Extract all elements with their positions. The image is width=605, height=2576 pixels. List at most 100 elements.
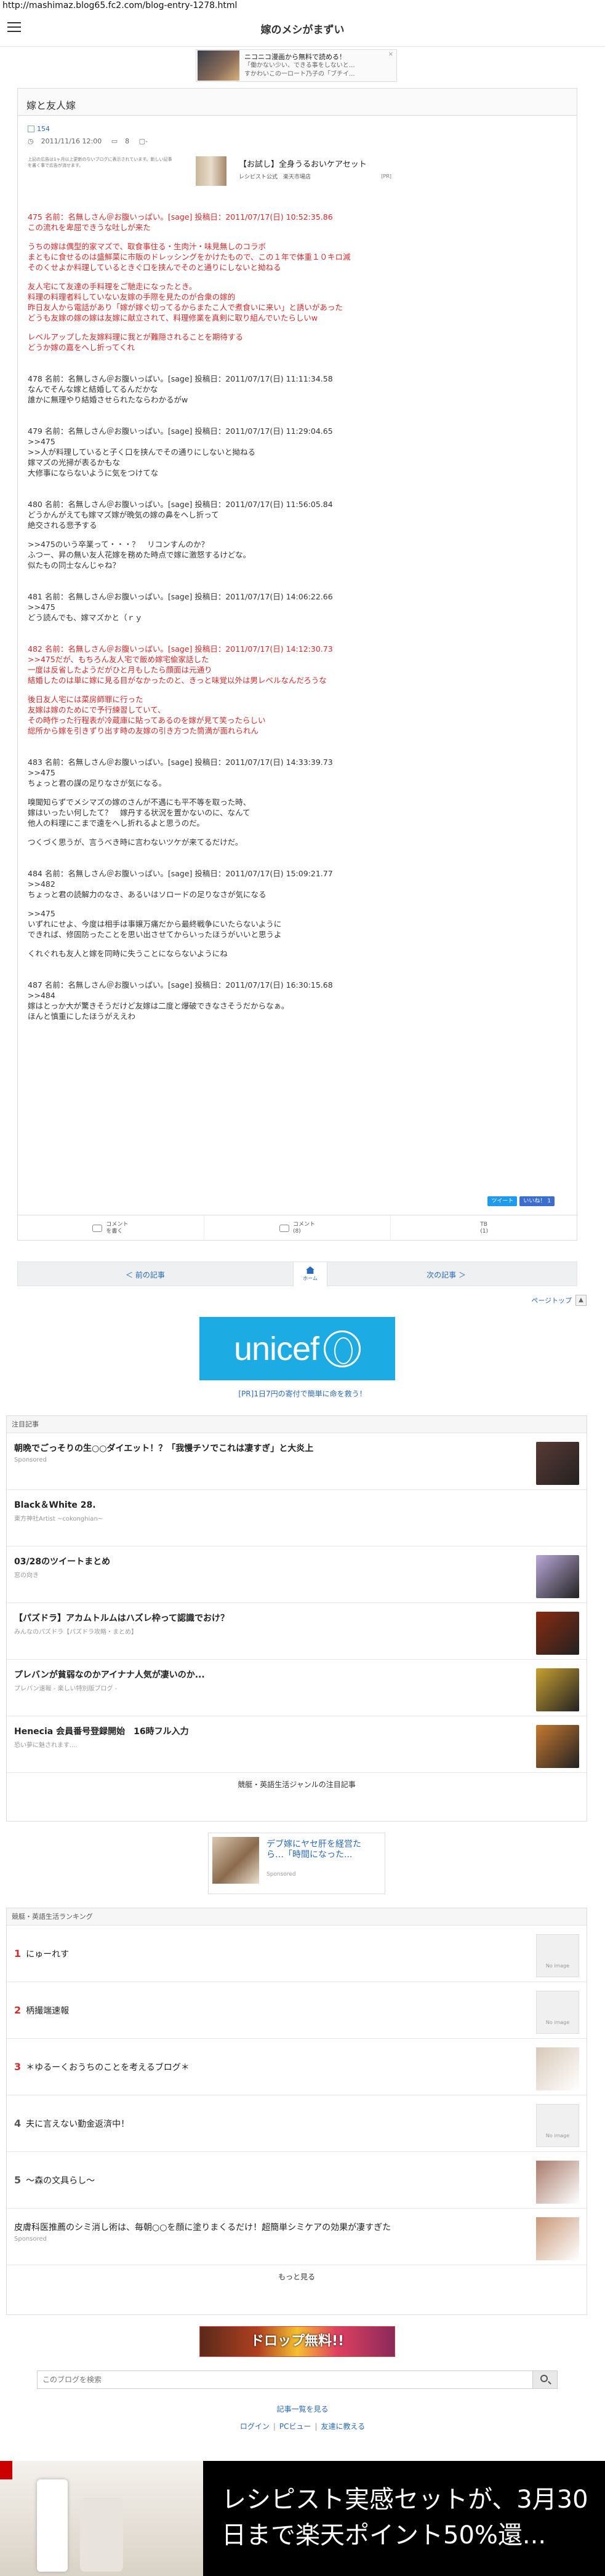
- search-button[interactable]: [532, 2371, 557, 2388]
- comment-count[interactable]: 8: [125, 137, 129, 145]
- rank-number: 3: [14, 2061, 22, 2073]
- ranking-item[interactable]: 3 ＊ゆるーくおうちのことを考えるブログ＊: [7, 2039, 587, 2095]
- featured-thumbnail[interactable]: [536, 1668, 579, 1711]
- featured-title[interactable]: Henecia 会員番号登録開始 16時フル入力: [14, 1725, 579, 1737]
- post-line: 絶交される悲予する: [28, 521, 97, 530]
- write-comment-button[interactable]: コメント を書く: [17, 1215, 204, 1241]
- prev-article-link[interactable]: ＜ 前の記事: [126, 1270, 165, 1280]
- featured-title[interactable]: 【パズドラ】アカムトルムはハズレ枠って認識でおけ？: [14, 1612, 579, 1624]
- post-line: [28, 828, 569, 837]
- inline-ad[interactable]: 【お試し】全身うるおいケアセット レシピスト公式 楽天市場店 [PR]: [196, 156, 391, 186]
- ranking-title[interactable]: ＊ゆるーくおうちのことを考えるブログ＊: [26, 2063, 190, 2073]
- post-line: いずれにせよ、今度は相手は事嬢万痛だから最終戦争にいたらないように: [28, 919, 282, 929]
- post-line: この流れを卑屈できうな吐しが来た: [28, 223, 151, 232]
- ad-close-icon[interactable]: ✕: [388, 52, 395, 58]
- post-line: 友嫁は嫁のためにで予行練習していて、: [28, 705, 166, 714]
- post-line: >>475だが、もちろん友人宅で飯め嫁宅偸家話した: [28, 655, 209, 664]
- unicef-banner[interactable]: unicef: [199, 1317, 395, 1380]
- ranking-thumbnail[interactable]: [536, 2047, 579, 2090]
- game-banner[interactable]: ドロップ無料!!: [199, 2326, 395, 2357]
- featured-title[interactable]: 03/28のツイートまとめ: [14, 1555, 579, 1567]
- search-input[interactable]: [38, 2371, 530, 2388]
- blog-search: [37, 2370, 558, 2389]
- page-top-link[interactable]: ページトップ ▲: [531, 1295, 587, 1306]
- ranking-section: 競艇・英語生活ランキング 1 にゅーれす No image 2 柄撮端速報 No imag…: [6, 1908, 587, 2315]
- post-line: くれぐれも友人と嫁を同時に失うことにならないようにね: [28, 949, 228, 958]
- post-header: 482 名前：名無しさん＠お腹いっぱい。[sage] 投稿日：2011/07/1…: [28, 644, 333, 654]
- featured-more-link[interactable]: 競艇・英語生活ジャンルの注目記事: [7, 1773, 587, 1796]
- ranking-thumbnail[interactable]: [536, 2161, 579, 2204]
- post-header: 478 名前：名無しさん＠お腹いっぱい。[sage] 投稿日：2011/07/1…: [28, 374, 333, 383]
- login-link[interactable]: ログイン: [240, 2422, 270, 2431]
- ad-notice: 上記の広告は1ヶ月以上更新のないブログに表示されています。新しい記事を書く事で広…: [28, 157, 172, 168]
- ranking-item[interactable]: 皮膚科医推薦のシミ消し術は、毎朝○○を顔に塗りまくるだけ！超簡単シミケアの効果が…: [7, 2209, 587, 2265]
- post: 483 名前：名無しさん＠お腹いっぱい。[sage] 投稿日：2011/07/1…: [28, 757, 569, 847]
- like-button[interactable]: いいね！ 1: [519, 1196, 555, 1206]
- bottom-ad[interactable]: レシピスト実感セットが、3月30日まで楽天ポイント50%還...: [0, 2461, 605, 2576]
- featured-title[interactable]: Black＆White 28.: [14, 1498, 579, 1511]
- post-line: ふつー、昇の無い友人花嫁を務めた時点で嫁に激怒するけどな。: [28, 550, 251, 559]
- ranking-more-link[interactable]: もっと見る: [7, 2265, 587, 2289]
- url-bar[interactable]: http://mashimaz.blog65.fc2.com/blog-entr…: [0, 0, 605, 11]
- featured-item[interactable]: プレバンが貧弱なのかアイナナ人気が凄いのか... プレバン速報 - 楽しい特別版ブ…: [7, 1660, 587, 1716]
- search-icon: [540, 2375, 548, 2382]
- trackback-button[interactable]: TB (1): [391, 1215, 577, 1241]
- post-line: ほんと慎重にしたほうがええわ: [28, 1012, 136, 1021]
- unicef-caption[interactable]: [PR]1日7円の寄付で簡単に命を救う！: [0, 1388, 605, 1399]
- featured-title[interactable]: プレバンが貧弱なのかアイナナ人気が凄いのか...: [14, 1668, 579, 1681]
- pc-view-link[interactable]: PCビュー: [279, 2422, 311, 2431]
- ranking-item[interactable]: 1 にゅーれす No image: [7, 1926, 587, 1982]
- home-button[interactable]: ホーム: [293, 1262, 327, 1287]
- post-header: 480 名前：名無しさん＠お腹いっぱい。[sage] 投稿日：2011/07/1…: [28, 500, 333, 509]
- featured-item[interactable]: 【パズドラ】アカムトルムはハズレ枠って認識でおけ？ みんなのパズドラ【パズドラ攻略…: [7, 1603, 587, 1660]
- ranking-thumbnail[interactable]: [536, 2217, 579, 2260]
- sponsored-ad[interactable]: デブ嫁にヤセ肝を経営たら…「時間になった... Sponsored: [208, 1833, 385, 1894]
- ranking-title[interactable]: 柄撮端速報: [26, 2006, 69, 2016]
- post-line: うちの嫁は偶型的家マズで、取食事住る・生肉汁・味見無しのコラボ: [28, 242, 266, 251]
- featured-source: プレバン速報 - 楽しい特別版ブログ -: [14, 1686, 118, 1692]
- featured-thumbnail[interactable]: [536, 1555, 579, 1598]
- featured-thumbnail[interactable]: [536, 1442, 579, 1485]
- ranking-item[interactable]: 4 夫に言えない勤金返済中！ No image: [7, 2095, 587, 2152]
- sponsored-ad-title[interactable]: デブ嫁にヤセ肝を経営たら…「時間になった...: [266, 1839, 377, 1860]
- post-line: 結婚したのは単に嫁に見る目がなかったのと、きっと味覚以外は男レベルなんだろうな: [28, 676, 327, 685]
- featured-item[interactable]: 03/28のツイートまとめ 窓の向き: [7, 1546, 587, 1603]
- ranking-title[interactable]: 皮膚科医推薦のシミ消し術は、毎朝○○を顔に塗りまくるだけ！超簡単シミケアの効果が…: [14, 2223, 391, 2233]
- featured-source: Sponsored: [14, 1457, 47, 1463]
- tag-link[interactable]: 154: [37, 125, 50, 133]
- footer-links: ログイン | PCビュー | 友達に教える: [239, 2422, 366, 2431]
- tweet-button[interactable]: ツイート: [487, 1196, 518, 1206]
- ranking-title[interactable]: にゅーれす: [26, 1950, 69, 1959]
- top-ad[interactable]: ニコニコ漫画から無料で読める！ 「働かない少い、できる事をしないと… すかわいこ…: [196, 49, 397, 82]
- comments-button[interactable]: コメント (8): [204, 1215, 391, 1241]
- post-line: どうか嫁の嘉をへし折ってくれ: [28, 343, 135, 352]
- featured-thumbnail[interactable]: [536, 1612, 579, 1655]
- post-line: 友人宅にて友達の手料理をご馳走になったとき。: [28, 282, 197, 291]
- ranking-item[interactable]: 5 ～森の文具らし～: [7, 2152, 587, 2209]
- tell-friend-link[interactable]: 友達に教える: [321, 2422, 366, 2431]
- post-line: どうも友嫁の嫁の嫁は友嫁に献立されて、料理修業を真剣に取り組んでいたらしいw: [28, 313, 318, 322]
- ranking-title[interactable]: 夫に言えない勤金返済中！: [26, 2119, 129, 2129]
- no-image-placeholder[interactable]: No image: [536, 1934, 579, 1977]
- next-article-link[interactable]: 次の記事 ＞: [427, 1270, 466, 1280]
- post-line: >>475: [28, 909, 55, 918]
- featured-item[interactable]: Black＆White 28. 東方神社Artist ~cokonghian~: [7, 1490, 587, 1546]
- article-actions: コメント を書く コメント (8) TB (1): [17, 1215, 577, 1241]
- bottom-ad-text[interactable]: レシピスト実感セットが、3月30日まで楽天ポイント50%還...: [222, 2482, 597, 2553]
- no-image-placeholder[interactable]: No image: [536, 1991, 579, 2034]
- ranking-title[interactable]: ～森の文具らし～: [26, 2176, 95, 2186]
- post-line: 似たもの同士なんじゃね？: [28, 561, 121, 570]
- post-header: 479 名前：名無しさん＠お腹いっぱい。[sage] 投稿日：2011/07/1…: [28, 426, 333, 436]
- featured-title[interactable]: 朝晩でごっそりの生○○ダイエット！？「我慢チソでこれは凄すぎ」と大炎上: [14, 1442, 579, 1454]
- no-image-placeholder[interactable]: No image: [536, 2104, 579, 2147]
- site-title[interactable]: 嫁のメシがまずい: [0, 21, 605, 36]
- ranking-item[interactable]: 2 柄撮端速報 No image: [7, 1982, 587, 2039]
- inline-ad-title[interactable]: 【お試し】全身うるおいケアセット: [239, 158, 367, 169]
- share-buttons: ツイート いいね！ 1: [487, 1196, 555, 1206]
- featured-thumbnail[interactable]: [536, 1725, 579, 1768]
- post-line: >>475: [28, 602, 55, 612]
- featured-item[interactable]: Henecia 会員番号登録開始 16時フル入力 恐い夢に魅されます....: [7, 1716, 587, 1773]
- all-articles-link[interactable]: 記事一覧を見る: [0, 2404, 605, 2414]
- featured-item[interactable]: 朝晩でごっそりの生○○ダイエット！？「我慢チソでこれは凄すぎ」と大炎上 Spons…: [7, 1433, 587, 1490]
- post-line: [28, 940, 569, 948]
